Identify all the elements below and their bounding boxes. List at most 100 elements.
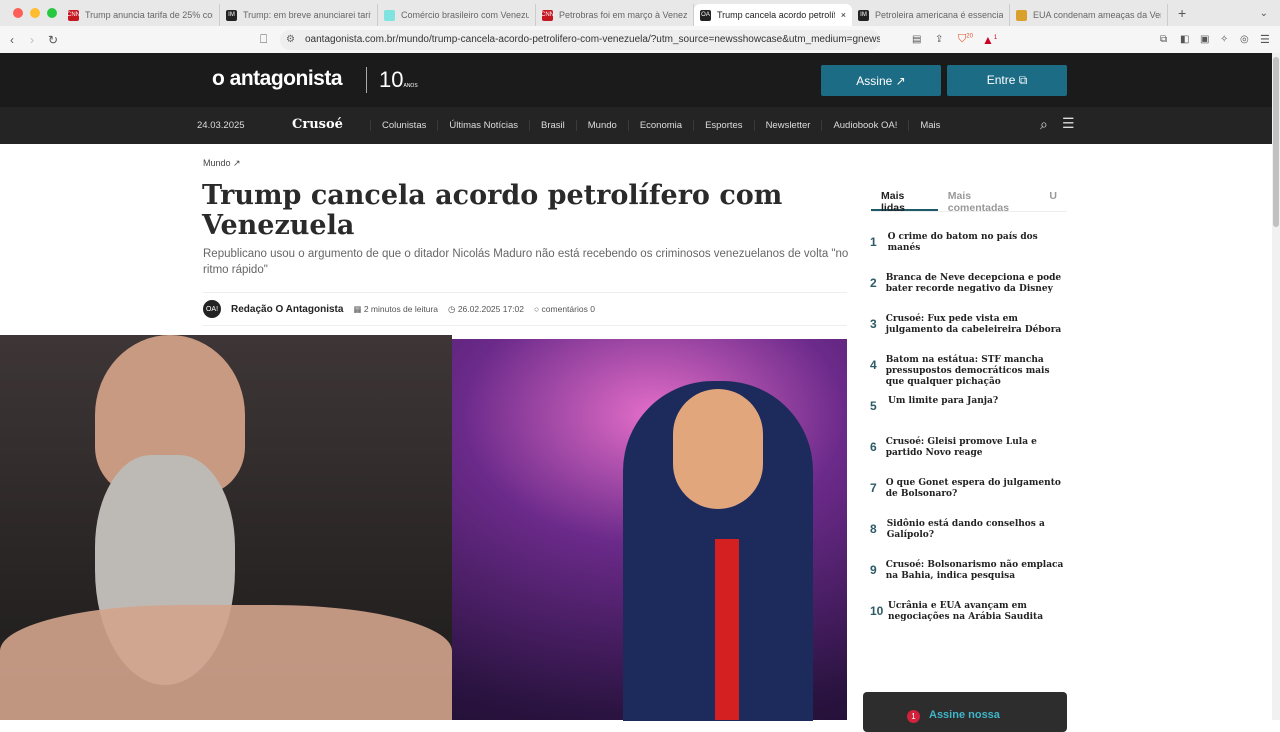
- extensions-icon[interactable]: ⧉: [1160, 34, 1167, 45]
- rank-number: 6: [870, 440, 877, 454]
- list-item[interactable]: 2 Branca de Neve decepciona e pode bater …: [870, 273, 1065, 314]
- wallet-icon[interactable]: ▣: [1200, 34, 1209, 45]
- comments-link[interactable]: ○ comentários 0: [534, 304, 595, 314]
- reader-icon[interactable]: ▤: [912, 34, 921, 45]
- crusoe-link[interactable]: Crusoé: [292, 117, 343, 132]
- list-item[interactable]: 1 O crime do batom no país dos manés: [870, 232, 1065, 273]
- most-read-list: 1 O crime do batom no país dos manés 2 Bran…: [870, 232, 1065, 642]
- rank-number: 3: [870, 317, 877, 331]
- rank-number: 7: [870, 481, 877, 495]
- sidebar-tab[interactable]: Mais lidas: [871, 182, 938, 214]
- headline-link[interactable]: Crusoé: Bolsonarismo não emplaca na Bahi…: [886, 560, 1065, 601]
- sidebar-tab[interactable]: Mais comentadas: [938, 182, 1040, 214]
- rank-number: 5: [870, 399, 877, 413]
- window-controls: [0, 8, 62, 18]
- list-item[interactable]: 4 Batom na estátua: STF mancha pressupost…: [870, 355, 1065, 396]
- hamburger-menu-icon[interactable]: ☰: [1062, 115, 1075, 132]
- tab-title: Trump cancela acordo petrolífero: [717, 10, 835, 20]
- tab-title: Petroleira americana é essencial: [875, 10, 1003, 20]
- headline-link[interactable]: Crusoé: Gleisi promove Lula e partido No…: [886, 437, 1065, 478]
- sidebar-icon[interactable]: ◧: [1180, 34, 1189, 45]
- nav-item[interactable]: Newsletter: [753, 120, 822, 131]
- maximize-window-button[interactable]: [47, 8, 57, 18]
- tab-title: Trump anuncia tarifa de 25% com: [85, 10, 213, 20]
- list-item[interactable]: 7 O que Gonet espera do julgamento de Bol…: [870, 478, 1065, 519]
- favicon-icon: IM: [226, 9, 237, 21]
- browser-tab[interactable]: IM Petroleira americana é essencial: [852, 4, 1010, 26]
- close-window-button[interactable]: [13, 8, 23, 18]
- headline-link[interactable]: Um limite para Janja?: [888, 396, 998, 437]
- headline-link[interactable]: O que Gonet espera do julgamento de Bols…: [886, 478, 1065, 519]
- image-tie: [715, 539, 739, 720]
- webcam-overlay: [0, 335, 452, 720]
- subscribe-button[interactable]: Assine ↗: [821, 65, 941, 96]
- author-avatar: OA!: [203, 300, 221, 318]
- sidebar-tab[interactable]: U: [1039, 182, 1067, 211]
- article-title: Trump cancela acordo petrolífero com Ven…: [202, 180, 783, 241]
- rank-number: 1: [870, 235, 877, 249]
- back-icon[interactable]: ‹: [10, 33, 14, 47]
- list-item[interactable]: 6 Crusoé: Gleisi promove Lula e partido N…: [870, 437, 1065, 478]
- newsletter-promo[interactable]: 1 Assine nossa: [863, 692, 1067, 732]
- login-button[interactable]: Entre ⧉: [947, 65, 1067, 96]
- promo-title: Assine nossa: [929, 709, 1000, 721]
- vpn-icon[interactable]: ◎: [1240, 34, 1249, 45]
- forward-icon[interactable]: ›: [30, 33, 34, 47]
- headline-link[interactable]: Sidônio está dando conselhos a Galípolo?: [887, 519, 1065, 560]
- browser-tab[interactable]: IM Trump: em breve anunciarei tarifa: [220, 4, 378, 26]
- list-item[interactable]: 5 Um limite para Janja?: [870, 396, 1065, 437]
- close-tab-icon[interactable]: ×: [841, 10, 846, 20]
- favicon-icon: CNN: [67, 9, 80, 21]
- category-link[interactable]: Mundo ↗: [203, 158, 241, 169]
- nav-item[interactable]: Audiobook OA!: [821, 120, 908, 131]
- rank-number: 4: [870, 358, 877, 372]
- notification-badge: 1: [907, 710, 920, 723]
- page-scrollbar[interactable]: [1272, 53, 1280, 720]
- browser-tab[interactable]: EUA condenam ameaças da Venezuela: [1010, 4, 1168, 26]
- minimize-window-button[interactable]: [30, 8, 40, 18]
- reload-icon[interactable]: ↻: [48, 33, 58, 47]
- headline-link[interactable]: Crusoé: Fux pede vista em julgamento da …: [886, 314, 1065, 355]
- image-face: [673, 389, 763, 509]
- nav-item[interactable]: Colunistas: [370, 120, 437, 131]
- new-tab-button[interactable]: +: [1178, 5, 1186, 21]
- headline-link[interactable]: O crime do batom no país dos manés: [888, 232, 1065, 273]
- list-item[interactable]: 3 Crusoé: Fux pede vista em julgamento da…: [870, 314, 1065, 355]
- site-logo[interactable]: o antagonista: [212, 67, 343, 91]
- favicon-icon: [1016, 9, 1027, 21]
- headline-link[interactable]: Branca de Neve decepciona e pode bater r…: [886, 273, 1065, 314]
- brave-rewards-icon[interactable]: ▲1: [982, 33, 997, 47]
- rank-number: 2: [870, 276, 877, 290]
- leo-ai-icon[interactable]: ✧: [1220, 34, 1228, 45]
- rank-number: 8: [870, 522, 877, 536]
- headline-link[interactable]: Ucrânia e EUA avançam em negociações na …: [888, 601, 1065, 642]
- favicon-icon: OA: [700, 9, 711, 21]
- search-icon[interactable]: ⌕: [1040, 116, 1048, 133]
- browser-tab[interactable]: Comércio brasileiro com Venezuela: [378, 4, 536, 26]
- tab-title: Petrobras foi em março à Venezuela: [559, 10, 687, 20]
- bookmark-icon[interactable]: ⎕: [260, 32, 267, 47]
- nav-item[interactable]: Esportes: [693, 120, 754, 131]
- nav-item[interactable]: Brasil: [528, 120, 576, 131]
- nav-item[interactable]: Mundo: [575, 120, 628, 131]
- nav-item[interactable]: Economia: [627, 120, 693, 131]
- list-item[interactable]: 8 Sidônio está dando conselhos a Galípolo…: [870, 519, 1065, 560]
- browser-tab[interactable]: CNN Petrobras foi em março à Venezuela: [536, 4, 694, 26]
- tab-title: Trump: em breve anunciarei tarifa: [243, 10, 371, 20]
- list-item[interactable]: 9 Crusoé: Bolsonarismo não emplaca na Bah…: [870, 560, 1065, 601]
- comment-icon: ○: [534, 304, 540, 314]
- url-input[interactable]: ⚙ oantagonista.com.br/mundo/trump-cancel…: [280, 29, 880, 50]
- author-name[interactable]: Redação O Antagonista: [231, 304, 343, 315]
- list-item[interactable]: 10 Ucrânia e EUA avançam em negociações n…: [870, 601, 1065, 642]
- share-icon[interactable]: ⇪: [935, 34, 943, 45]
- site-settings-icon[interactable]: ⚙: [286, 34, 295, 45]
- browser-tab[interactable]: OA Trump cancela acordo petrolífero ×: [694, 4, 852, 26]
- nav-item[interactable]: Últimas Notícias: [437, 120, 529, 131]
- menu-icon[interactable]: ☰: [1260, 33, 1270, 46]
- main-nav: 24.03.2025 Crusoé Colunistas Últimas Notí…: [0, 107, 1272, 144]
- brave-shield-icon[interactable]: ⛉20: [958, 33, 973, 46]
- headline-link[interactable]: Batom na estátua: STF mancha pressuposto…: [886, 355, 1065, 396]
- tab-list-chevron-icon[interactable]: ⌄: [1260, 8, 1268, 19]
- nav-item[interactable]: Mais: [908, 120, 951, 131]
- browser-tab[interactable]: CNN Trump anuncia tarifa de 25% com: [62, 4, 220, 26]
